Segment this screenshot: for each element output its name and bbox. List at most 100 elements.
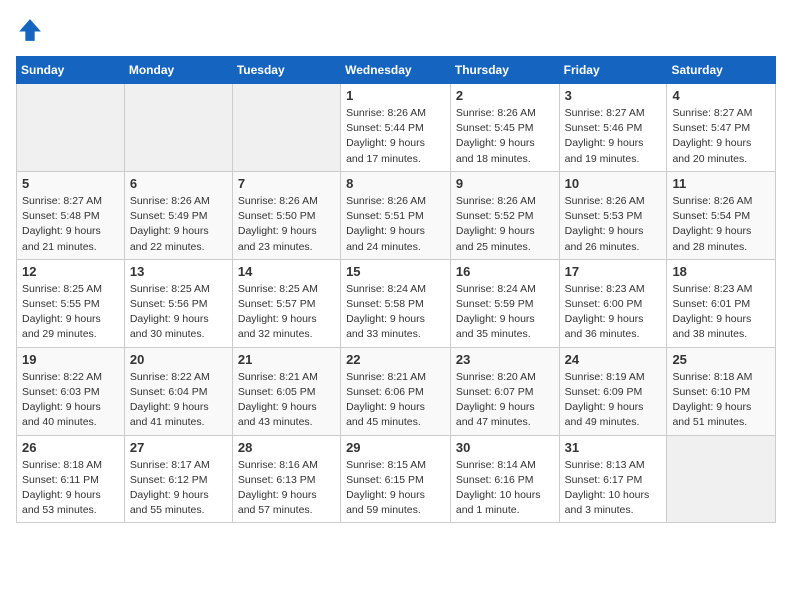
page-header — [16, 16, 776, 44]
day-number: 26 — [22, 440, 119, 455]
column-header-saturday: Saturday — [667, 57, 776, 84]
calendar-week-row: 1Sunrise: 8:26 AM Sunset: 5:44 PM Daylig… — [17, 84, 776, 172]
column-header-thursday: Thursday — [450, 57, 559, 84]
day-number: 22 — [346, 352, 445, 367]
day-number: 4 — [672, 88, 770, 103]
day-info: Sunrise: 8:26 AM Sunset: 5:54 PM Dayligh… — [672, 194, 770, 255]
day-number: 31 — [565, 440, 662, 455]
day-info: Sunrise: 8:26 AM Sunset: 5:51 PM Dayligh… — [346, 194, 445, 255]
day-number: 24 — [565, 352, 662, 367]
day-number: 28 — [238, 440, 335, 455]
calendar-cell: 24 Sunrise: 8:19 AM Sunset: 6:09 PM Dayli… — [559, 347, 667, 435]
column-header-monday: Monday — [124, 57, 232, 84]
day-number: 1 — [346, 88, 445, 103]
column-header-wednesday: Wednesday — [341, 57, 451, 84]
day-info: Sunrise: 8:22 AM Sunset: 6:04 PM Dayligh… — [130, 370, 227, 431]
day-number: 10 — [565, 176, 662, 191]
day-number: 8 — [346, 176, 445, 191]
calendar-table: SundayMondayTuesdayWednesdayThursdayFrid… — [16, 56, 776, 523]
day-number: 11 — [672, 176, 770, 191]
day-info: Sunrise: 8:27 AM Sunset: 5:46 PM Dayligh… — [565, 106, 662, 167]
day-info: Sunrise: 8:23 AM Sunset: 6:00 PM Dayligh… — [565, 282, 662, 343]
calendar-cell: 2 Sunrise: 8:26 AM Sunset: 5:45 PM Daylig… — [450, 84, 559, 172]
calendar-week-row: 19Sunrise: 8:22 AM Sunset: 6:03 PM Dayli… — [17, 347, 776, 435]
calendar-cell — [232, 84, 340, 172]
day-info: Sunrise: 8:16 AM Sunset: 6:13 PM Dayligh… — [238, 458, 335, 519]
day-number: 23 — [456, 352, 554, 367]
day-number: 3 — [565, 88, 662, 103]
day-number: 15 — [346, 264, 445, 279]
calendar-cell: 16 Sunrise: 8:24 AM Sunset: 5:59 PM Dayli… — [450, 259, 559, 347]
calendar-week-row: 12 Sunrise: 8:25 AM Sunset: 5:55 PM Dayli… — [17, 259, 776, 347]
calendar-cell: 21 Sunrise: 8:21 AM Sunset: 6:05 PM Dayli… — [232, 347, 340, 435]
day-info: Sunrise: 8:27 AM Sunset: 5:48 PM Dayligh… — [22, 194, 119, 255]
day-info: Sunrise: 8:18 AM Sunset: 6:10 PM Dayligh… — [672, 370, 770, 431]
day-number: 27 — [130, 440, 227, 455]
day-number: 18 — [672, 264, 770, 279]
calendar-cell: 10Sunrise: 8:26 AM Sunset: 5:53 PM Dayli… — [559, 171, 667, 259]
day-info: Sunrise: 8:26 AM Sunset: 5:52 PM Dayligh… — [456, 194, 554, 255]
calendar-cell: 12 Sunrise: 8:25 AM Sunset: 5:55 PM Dayli… — [17, 259, 125, 347]
calendar-cell — [17, 84, 125, 172]
day-info: Sunrise: 8:25 AM Sunset: 5:55 PM Dayligh… — [22, 282, 119, 343]
calendar-cell: 26 Sunrise: 8:18 AM Sunset: 6:11 PM Dayli… — [17, 435, 125, 523]
day-info: Sunrise: 8:15 AM Sunset: 6:15 PM Dayligh… — [346, 458, 445, 519]
day-info: Sunrise: 8:17 AM Sunset: 6:12 PM Dayligh… — [130, 458, 227, 519]
day-number: 30 — [456, 440, 554, 455]
day-info: Sunrise: 8:27 AM Sunset: 5:47 PM Dayligh… — [672, 106, 770, 167]
calendar-week-row: 5 Sunrise: 8:27 AM Sunset: 5:48 PM Daylig… — [17, 171, 776, 259]
day-number: 7 — [238, 176, 335, 191]
calendar-cell: 29 Sunrise: 8:15 AM Sunset: 6:15 PM Dayli… — [341, 435, 451, 523]
day-number: 29 — [346, 440, 445, 455]
day-number: 19 — [22, 352, 119, 367]
calendar-cell: 22 Sunrise: 8:21 AM Sunset: 6:06 PM Dayli… — [341, 347, 451, 435]
calendar-cell: 27 Sunrise: 8:17 AM Sunset: 6:12 PM Dayli… — [124, 435, 232, 523]
day-number: 16 — [456, 264, 554, 279]
day-info: Sunrise: 8:20 AM Sunset: 6:07 PM Dayligh… — [456, 370, 554, 431]
day-info: Sunrise: 8:26 AM Sunset: 5:49 PM Dayligh… — [130, 194, 227, 255]
calendar-cell — [124, 84, 232, 172]
calendar-cell: 19Sunrise: 8:22 AM Sunset: 6:03 PM Dayli… — [17, 347, 125, 435]
calendar-cell: 13 Sunrise: 8:25 AM Sunset: 5:56 PM Dayli… — [124, 259, 232, 347]
calendar-cell: 7Sunrise: 8:26 AM Sunset: 5:50 PM Daylig… — [232, 171, 340, 259]
day-info: Sunrise: 8:21 AM Sunset: 6:05 PM Dayligh… — [238, 370, 335, 431]
day-info: Sunrise: 8:26 AM Sunset: 5:45 PM Dayligh… — [456, 106, 554, 167]
day-info: Sunrise: 8:13 AM Sunset: 6:17 PM Dayligh… — [565, 458, 662, 519]
calendar-cell: 8 Sunrise: 8:26 AM Sunset: 5:51 PM Daylig… — [341, 171, 451, 259]
day-info: Sunrise: 8:14 AM Sunset: 6:16 PM Dayligh… — [456, 458, 554, 519]
calendar-cell: 14 Sunrise: 8:25 AM Sunset: 5:57 PM Dayli… — [232, 259, 340, 347]
calendar-cell: 15 Sunrise: 8:24 AM Sunset: 5:58 PM Dayli… — [341, 259, 451, 347]
calendar-cell: 6Sunrise: 8:26 AM Sunset: 5:49 PM Daylig… — [124, 171, 232, 259]
day-info: Sunrise: 8:23 AM Sunset: 6:01 PM Dayligh… — [672, 282, 770, 343]
day-number: 13 — [130, 264, 227, 279]
calendar-cell: 3 Sunrise: 8:27 AM Sunset: 5:46 PM Daylig… — [559, 84, 667, 172]
column-header-tuesday: Tuesday — [232, 57, 340, 84]
calendar-cell: 1Sunrise: 8:26 AM Sunset: 5:44 PM Daylig… — [341, 84, 451, 172]
calendar-cell: 5 Sunrise: 8:27 AM Sunset: 5:48 PM Daylig… — [17, 171, 125, 259]
day-number: 9 — [456, 176, 554, 191]
day-number: 25 — [672, 352, 770, 367]
day-number: 14 — [238, 264, 335, 279]
day-number: 21 — [238, 352, 335, 367]
calendar-cell: 4 Sunrise: 8:27 AM Sunset: 5:47 PM Daylig… — [667, 84, 776, 172]
day-number: 12 — [22, 264, 119, 279]
calendar-cell: 11 Sunrise: 8:26 AM Sunset: 5:54 PM Dayli… — [667, 171, 776, 259]
calendar-cell: 25 Sunrise: 8:18 AM Sunset: 6:10 PM Dayli… — [667, 347, 776, 435]
day-info: Sunrise: 8:25 AM Sunset: 5:57 PM Dayligh… — [238, 282, 335, 343]
calendar-cell: 17Sunrise: 8:23 AM Sunset: 6:00 PM Dayli… — [559, 259, 667, 347]
calendar-cell: 18 Sunrise: 8:23 AM Sunset: 6:01 PM Dayli… — [667, 259, 776, 347]
day-info: Sunrise: 8:21 AM Sunset: 6:06 PM Dayligh… — [346, 370, 445, 431]
day-info: Sunrise: 8:24 AM Sunset: 5:58 PM Dayligh… — [346, 282, 445, 343]
day-info: Sunrise: 8:25 AM Sunset: 5:56 PM Dayligh… — [130, 282, 227, 343]
calendar-cell: 23 Sunrise: 8:20 AM Sunset: 6:07 PM Dayli… — [450, 347, 559, 435]
calendar-cell: 30 Sunrise: 8:14 AM Sunset: 6:16 PM Dayli… — [450, 435, 559, 523]
column-header-sunday: Sunday — [17, 57, 125, 84]
day-number: 5 — [22, 176, 119, 191]
column-header-friday: Friday — [559, 57, 667, 84]
day-number: 2 — [456, 88, 554, 103]
day-info: Sunrise: 8:19 AM Sunset: 6:09 PM Dayligh… — [565, 370, 662, 431]
day-info: Sunrise: 8:24 AM Sunset: 5:59 PM Dayligh… — [456, 282, 554, 343]
calendar-week-row: 26 Sunrise: 8:18 AM Sunset: 6:11 PM Dayli… — [17, 435, 776, 523]
day-number: 20 — [130, 352, 227, 367]
day-info: Sunrise: 8:18 AM Sunset: 6:11 PM Dayligh… — [22, 458, 119, 519]
